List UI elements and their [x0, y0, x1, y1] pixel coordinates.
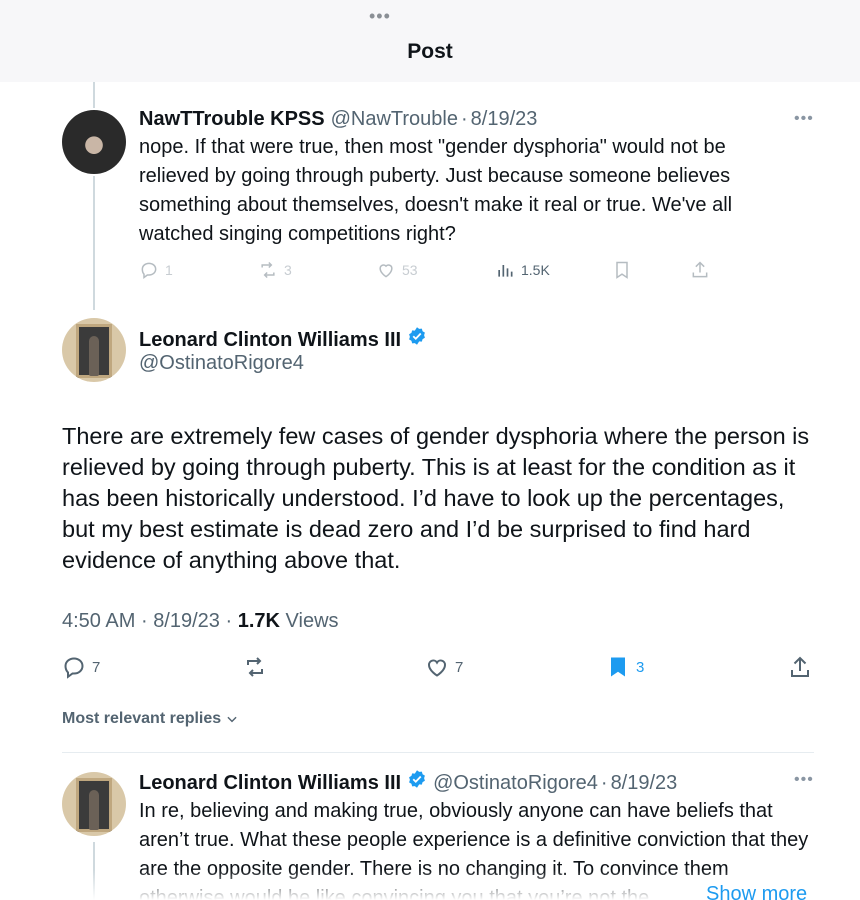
tweet-date[interactable]: 8/19/23	[471, 108, 538, 131]
avatar[interactable]	[62, 318, 126, 382]
separator-dot: ·	[600, 772, 608, 794]
tweet-date[interactable]: 8/19/23	[153, 610, 220, 632]
divider	[62, 752, 814, 753]
tweet-timestamp: 4:50 AM · 8/19/23 · 1.7K Views	[62, 610, 339, 633]
repost-icon	[247, 657, 263, 677]
page-title: Post	[407, 40, 453, 63]
views-count: 1.5K	[521, 262, 550, 278]
reply-count: 7	[92, 658, 101, 676]
thread-line-top	[93, 82, 95, 108]
avatar-figure	[89, 790, 99, 830]
thread-line-middle	[93, 176, 95, 310]
bookmark-button[interactable]	[612, 260, 632, 280]
chevron-down-icon	[227, 716, 237, 723]
thread-line-bottom	[93, 842, 95, 900]
heart-icon	[379, 264, 393, 278]
reply-count: 1	[165, 262, 173, 278]
share-button[interactable]	[788, 655, 812, 679]
author-name[interactable]: NawTTrouble KPSS	[139, 108, 325, 131]
author-handle[interactable]: @OstinatoRigore4	[139, 352, 304, 375]
like-button[interactable]: 7	[425, 655, 463, 679]
reply-icon	[141, 262, 157, 279]
bookmark-button[interactable]: 3	[606, 655, 644, 679]
share-icon	[692, 261, 708, 278]
views-count: 1.7K	[237, 610, 280, 632]
main-tweet-handle-row: @OstinatoRigore4	[139, 352, 304, 375]
bookmark-count: 3	[636, 658, 645, 676]
author-name[interactable]: Leonard Clinton Williams III	[139, 329, 401, 352]
separator-dot: ·	[140, 610, 148, 632]
more-options-icon[interactable]: •••	[794, 110, 814, 128]
tweet-header: NawTTrouble KPSS @NawTrouble · 8/19/23	[139, 108, 537, 131]
repost-button[interactable]: 3	[258, 260, 292, 280]
share-button[interactable]	[690, 260, 710, 280]
bookmark-icon	[616, 261, 628, 279]
avatar[interactable]	[62, 110, 126, 174]
reply-button[interactable]: 7	[62, 655, 100, 679]
main-tweet-author: Leonard Clinton Williams III	[139, 326, 433, 352]
drag-handle-dots[interactable]: •••	[369, 6, 391, 27]
more-options-icon[interactable]: •••	[794, 771, 814, 789]
tweet-text: nope. If that were true, then most "gend…	[139, 136, 733, 245]
author-name[interactable]: Leonard Clinton Williams III	[139, 772, 401, 795]
replies-sort-dropdown[interactable]: Most relevant replies	[62, 710, 239, 728]
tweet-header: Leonard Clinton Williams III @OstinatoRi…	[139, 769, 677, 795]
heart-icon	[428, 659, 446, 677]
separator-dot: ·	[225, 610, 233, 632]
repost-icon	[261, 261, 275, 279]
author-handle[interactable]: @NawTrouble	[331, 108, 458, 131]
analytics-icon	[498, 265, 513, 277]
like-button[interactable]: 53	[376, 260, 418, 280]
like-count: 53	[402, 262, 418, 278]
tweet-date[interactable]: 8/19/23	[611, 772, 678, 795]
separator-dot: ·	[460, 108, 468, 130]
tweet-time[interactable]: 4:50 AM	[62, 610, 135, 632]
main-tweet-text: There are extremely few cases of gender …	[62, 423, 810, 573]
bookmark-filled-icon	[611, 657, 625, 677]
replies-sort-label: Most relevant replies	[62, 710, 222, 727]
verified-badge-icon	[409, 327, 425, 345]
verified-badge-icon	[409, 770, 425, 788]
top-bar: ••• Post	[0, 0, 860, 82]
share-icon	[791, 656, 809, 677]
avatar-figure	[89, 336, 99, 376]
like-count: 7	[455, 658, 464, 676]
repost-count: 3	[284, 262, 292, 278]
author-handle[interactable]: @OstinatoRigore4	[433, 772, 598, 795]
views-label: Views	[285, 610, 339, 632]
reply-button[interactable]: 1	[139, 260, 173, 280]
avatar[interactable]	[62, 772, 126, 836]
reply-icon	[64, 657, 84, 679]
views-button[interactable]: 1.5K	[495, 260, 550, 280]
repost-button[interactable]	[243, 655, 267, 679]
show-more-link[interactable]: Show more	[700, 883, 808, 900]
